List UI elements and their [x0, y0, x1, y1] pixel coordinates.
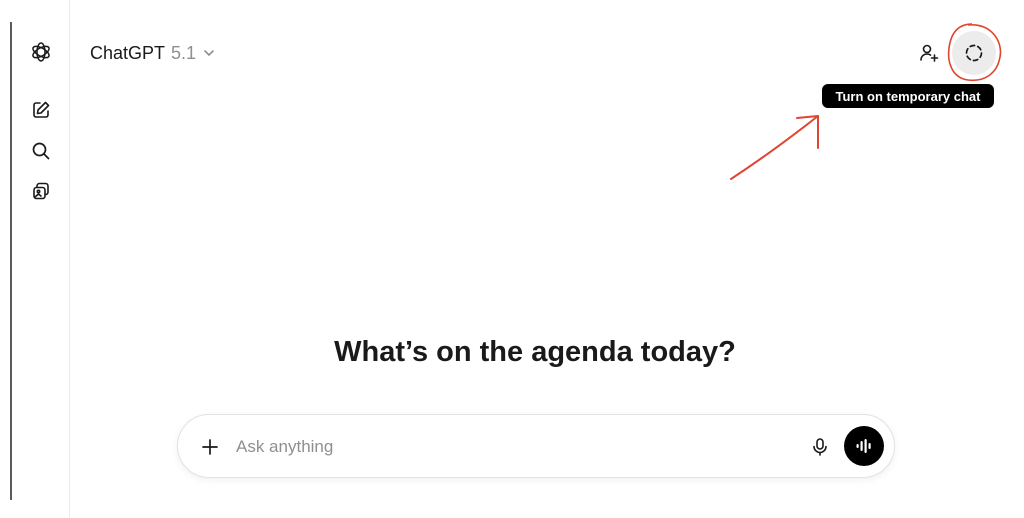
model-name: ChatGPT — [90, 42, 166, 63]
add-person-button[interactable] — [914, 38, 944, 68]
microphone-icon — [813, 438, 827, 456]
dictate-button[interactable] — [806, 433, 834, 461]
library-button[interactable] — [27, 177, 55, 205]
voice-mode-icon — [856, 439, 871, 453]
search-button[interactable] — [27, 137, 55, 165]
search-icon — [32, 142, 50, 160]
ask-input[interactable] — [236, 431, 776, 463]
new-chat-icon — [33, 101, 50, 118]
openai-logo-icon — [32, 42, 50, 62]
model-version: 5.1 — [171, 42, 197, 63]
sidebar-rail — [12, 0, 70, 518]
openai-logo-button[interactable] — [27, 38, 55, 66]
temporary-chat-tooltip: Turn on temporary chat — [822, 84, 994, 108]
model-selector[interactable]: ChatGPT 5.1 — [90, 40, 216, 66]
composer — [177, 414, 895, 478]
dashed-circle-icon — [965, 44, 983, 62]
temporary-chat-button[interactable] — [952, 31, 996, 75]
plus-icon — [202, 439, 218, 455]
add-person-icon — [920, 44, 939, 62]
attach-button[interactable] — [196, 433, 224, 461]
page-headline: What’s on the agenda today? — [334, 336, 736, 368]
voice-mode-button[interactable] — [844, 426, 884, 466]
annotation-arrow — [730, 115, 819, 180]
new-chat-button[interactable] — [27, 96, 55, 124]
library-icon — [33, 182, 49, 200]
chevron-down-icon — [204, 50, 214, 57]
